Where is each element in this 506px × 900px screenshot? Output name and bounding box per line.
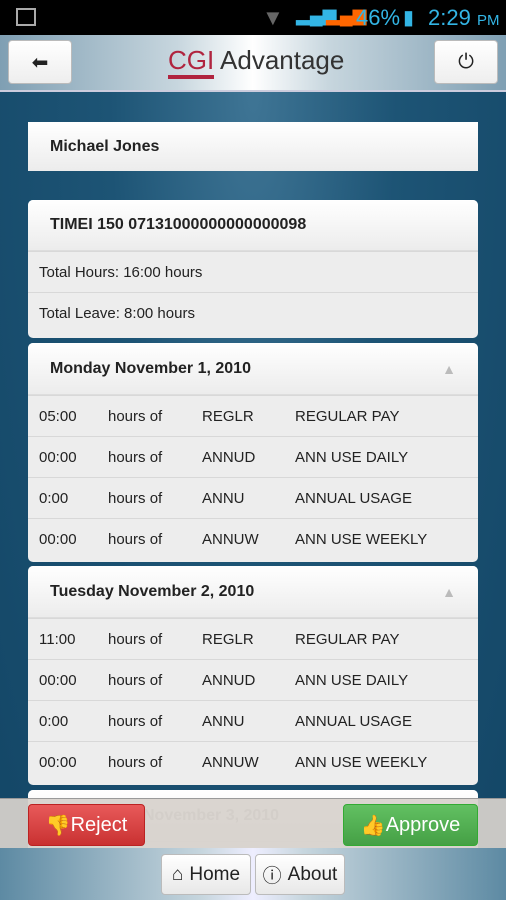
cell: hours of [108,712,163,730]
cell: 05:00 [39,407,77,425]
cell: hours of [108,407,163,425]
about-button[interactable]: ⓘ About [255,854,345,895]
clock: 2:29 PM [428,5,499,31]
table-row: 05:00 hours of REGLR REGULAR PAY [28,395,478,436]
battery-percent: 46% [356,5,401,30]
cell: hours of [108,448,163,466]
wifi-icon: ▼ [262,5,284,30]
cell: 11:00 [39,630,76,648]
day-header[interactable]: Tuesday November 2, 2010 ▲ [28,566,478,618]
timesheet-id: TIMEI 150 07131000000000000098 [28,200,478,251]
approve-label: Approve [385,813,461,836]
cell: ANNUAL USAGE [295,712,412,730]
about-label: About [287,863,338,885]
time: 2:29 [428,5,471,30]
cell: ANNUD [202,671,256,689]
logout-button[interactable]: ⏻ [434,40,498,84]
thumbs-down-icon: 👎 [45,814,71,837]
table-row: 00:00 hours of ANNUD ANN USE DAILY [28,659,478,700]
cell: 0:00 [39,712,69,730]
action-bar: 👎 Reject 👍 Approve [0,798,506,848]
cell: 00:00 [39,671,77,689]
home-button[interactable]: ⌂ Home [161,854,251,895]
logo: CGI Advantage [168,45,345,79]
table-row: 11:00 hours of REGLR REGULAR PAY [28,618,478,659]
cell: hours of [108,489,163,507]
table-row: 0:00 hours of ANNU ANNUAL USAGE [28,700,478,741]
cell: ANN USE DAILY [295,671,409,689]
approve-button[interactable]: 👍 Approve [343,804,478,846]
total-leave: Total Leave: 8:00 hours [28,292,478,333]
cell: 00:00 [39,448,77,466]
info-icon: ⓘ [262,866,282,887]
logo-cgi: CGI [168,45,215,79]
cell: ANNUW [202,753,259,771]
battery-icon: ▮ [403,7,415,29]
cell: REGULAR PAY [295,407,400,425]
reject-label: Reject [70,813,128,836]
total-hours: Total Hours: 16:00 hours [28,251,478,292]
table-row: 00:00 hours of ANNUW ANN USE WEEKLY [28,741,478,782]
employee-name: Michael Jones [28,122,478,171]
home-icon: ⌂ [171,863,184,885]
table-row: 0:00 hours of ANNU ANNUAL USAGE [28,477,478,518]
cell: ANNUD [202,448,256,466]
cell: REGLR [202,407,254,425]
bottom-nav: ⌂ Home ⓘ About [0,848,506,900]
chevron-up-icon: ▲ [442,583,456,600]
image-notification-icon [16,8,36,26]
reject-button[interactable]: 👎 Reject [28,804,145,846]
cell: ANNUW [202,530,259,548]
table-row: 00:00 hours of ANNUD ANN USE DAILY [28,436,478,477]
day-card: Tuesday November 2, 2010 ▲ 11:00 hours of RE… [28,566,478,785]
cell: REGLR [202,630,254,648]
app-header: ⬅ CGI Advantage ⏻ [0,35,506,92]
cell: REGULAR PAY [295,630,400,648]
power-icon: ⏻ [458,50,474,73]
logo-text: Advantage [220,45,345,75]
cell: hours of [108,753,163,771]
table-row: 00:00 hours of ANNUW ANN USE WEEKLY [28,518,478,559]
back-arrow-icon: ⬅ [31,51,49,74]
cell: ANNUAL USAGE [295,489,412,507]
chevron-up-icon: ▲ [442,360,456,377]
back-button[interactable]: ⬅ [8,40,72,84]
day-card: Monday November 1, 2010 ▲ 05:00 hours of REG… [28,343,478,562]
cell: 00:00 [39,753,77,771]
thumbs-up-icon: 👍 [360,814,386,837]
cell: ANN USE WEEKLY [295,753,428,771]
employee-card: Michael Jones [28,122,478,171]
status-bar: ▼ ▂▄▆ ▂▄▆ 46% ▮ 2:29 PM [0,0,506,35]
cell: ANNU [202,489,245,507]
day-title: Tuesday November 2, 2010 [50,582,255,600]
cell: 0:00 [39,489,69,507]
cell: hours of [108,630,163,648]
cell: ANN USE WEEKLY [295,530,428,548]
home-label: Home [189,863,241,885]
day-header[interactable]: Monday November 1, 2010 ▲ [28,343,478,395]
ampm: PM [476,12,500,29]
cell: hours of [108,530,163,548]
cell: 00:00 [39,530,77,548]
cell: ANN USE DAILY [295,448,409,466]
timesheet-card: TIMEI 150 07131000000000000098 Total Hou… [28,200,478,338]
cell: ANNU [202,712,245,730]
day-title: Monday November 1, 2010 [50,359,251,377]
cell: hours of [108,671,163,689]
